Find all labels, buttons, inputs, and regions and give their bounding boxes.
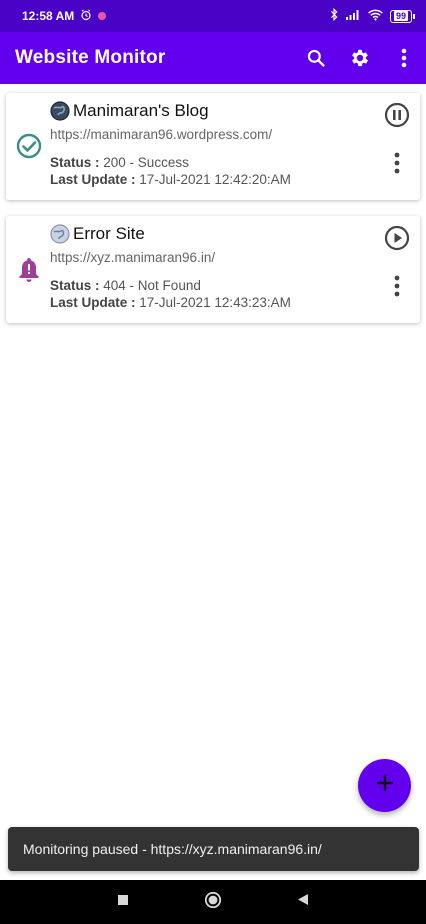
add-site-button[interactable] [358, 759, 411, 812]
last-update-value: 17-Jul-2021 12:43:23:AM [139, 295, 291, 310]
last-update-label: Last Update : [50, 295, 136, 310]
site-url: https://manimaran96.wordpress.com/ [50, 127, 273, 142]
gear-icon[interactable] [338, 36, 382, 80]
home-icon[interactable] [204, 891, 222, 914]
pause-icon[interactable] [383, 101, 411, 129]
site-favicon-icon [50, 224, 70, 244]
battery-icon: 99 [389, 9, 416, 23]
site-url: https://xyz.manimaran96.in/ [50, 250, 216, 265]
status-label: Status : [50, 278, 100, 293]
alarm-icon [80, 9, 92, 24]
status-line: Status : 200 - Success [50, 155, 189, 170]
status-bar: 12:58 AM 99 [0, 0, 426, 32]
plus-icon [376, 774, 394, 797]
last-update-line: Last Update : 17-Jul-2021 12:43:23:AM [50, 295, 291, 310]
status-label: Status : [50, 155, 100, 170]
site-title: Error Site [73, 224, 145, 243]
navigation-bar [0, 880, 426, 924]
last-update-line: Last Update : 17-Jul-2021 12:42:20:AM [50, 172, 291, 187]
more-vert-icon[interactable] [382, 36, 426, 80]
signal-icon [345, 9, 361, 23]
snackbar-message: Monitoring paused - https://xyz.manimara… [23, 841, 322, 857]
site-card[interactable]: Manimaran's Blog https://manimaran96.wor… [6, 93, 420, 200]
play-icon[interactable] [383, 224, 411, 252]
recents-icon[interactable] [117, 893, 129, 911]
status-value: 404 - Not Found [103, 278, 201, 293]
app-bar: Website Monitor [0, 32, 426, 84]
battery-level: 99 [393, 10, 408, 21]
status-time: 12:58 AM [22, 9, 75, 23]
site-favicon-icon [50, 101, 70, 121]
status-value: 200 - Success [103, 155, 189, 170]
more-vert-icon[interactable] [386, 149, 408, 177]
last-update-label: Last Update : [50, 172, 136, 187]
site-card[interactable]: Error Site https://xyz.manimaran96.in/ S… [6, 216, 420, 323]
last-update-value: 17-Jul-2021 12:42:20:AM [139, 172, 291, 187]
check-circle-icon [15, 132, 43, 160]
bluetooth-icon [329, 7, 339, 24]
more-vert-icon[interactable] [386, 272, 408, 300]
back-icon[interactable] [297, 893, 309, 911]
status-line: Status : 404 - Not Found [50, 278, 201, 293]
search-icon[interactable] [294, 36, 338, 80]
wifi-icon [368, 9, 383, 24]
site-title: Manimaran's Blog [73, 101, 209, 120]
app-title: Website Monitor [15, 47, 166, 68]
notification-dot-icon [98, 12, 107, 20]
alert-bell-icon [15, 255, 43, 283]
snackbar: Monitoring paused - https://xyz.manimara… [8, 827, 419, 871]
